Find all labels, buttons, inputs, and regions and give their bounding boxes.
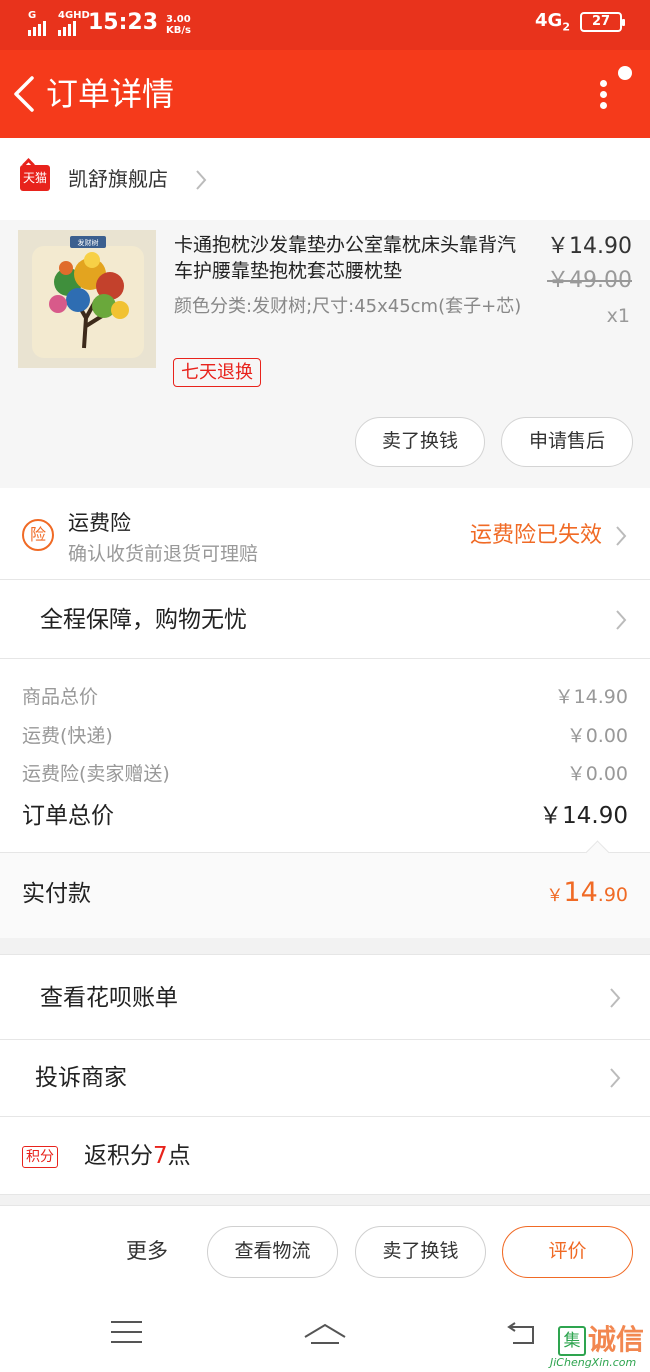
back-icon[interactable]	[8, 72, 44, 116]
actual-payment-label: 实付款	[22, 881, 91, 907]
product-thumbnail[interactable]: 发财树	[18, 230, 156, 368]
review-button[interactable]: 评价	[502, 1226, 633, 1278]
goods-total-label: 商品总价	[22, 686, 99, 708]
order-total-value: ￥14.90	[539, 803, 628, 829]
guarantee-label: 全程保障，购物无忧	[40, 607, 247, 633]
signal-4g-icon: 4GHD	[58, 10, 90, 36]
product-item[interactable]: 发财树 卡通抱枕沙发靠垫办公室靠枕床头靠背汽车护腰靠垫抱枕套芯腰枕垫 颜色分类:…	[0, 220, 650, 488]
network-type-label: 4G	[535, 10, 563, 31]
network-speed-unit: KB/s	[166, 25, 192, 36]
payment-currency: ￥	[546, 886, 564, 906]
bottom-action-bar: 更多 查看物流 卖了换钱 评价	[0, 1205, 650, 1297]
points-row: 积分 返积分7点	[0, 1117, 650, 1195]
order-total-label: 订单总价	[22, 803, 114, 829]
menu-icon[interactable]	[111, 1321, 142, 1351]
insurance-status: 运费险已失效	[469, 523, 602, 548]
signal-type-label: G	[28, 10, 37, 21]
view-logistics-button[interactable]: 查看物流	[207, 1226, 338, 1278]
network-speed-value: 3.00	[166, 14, 191, 25]
network-speed: 3.00 KB/s	[166, 14, 191, 36]
points-count: 7	[153, 1143, 168, 1169]
chevron-right-icon	[610, 988, 621, 1008]
payment-decimal: .90	[597, 884, 628, 906]
chevron-right-icon	[196, 170, 207, 190]
shipping-fee-label: 运费(快递)	[22, 725, 113, 747]
network-sub-label: 2	[562, 20, 570, 34]
more-menu-icon[interactable]	[596, 66, 632, 116]
shipping-fee-value: ￥0.00	[566, 725, 628, 747]
huabei-bill-row[interactable]: 查看花呗账单	[0, 954, 650, 1040]
insurance-fee-value: ￥0.00	[566, 763, 628, 785]
insurance-fee-label: 运费险(卖家赠送)	[22, 763, 170, 785]
after-sale-button[interactable]: 申请售后	[501, 417, 633, 467]
status-bar-right: 4G2 27	[535, 10, 625, 34]
product-price: ￥14.90	[547, 234, 632, 259]
goods-total-value: ￥14.90	[554, 686, 628, 708]
points-text: 返积分7点	[84, 1139, 191, 1173]
product-sku: 颜色分类:发财树;尺寸:45x45cm(套子+芯)	[174, 296, 522, 317]
complaint-label: 投诉商家	[35, 1065, 127, 1091]
watermark-chars: 诚信	[588, 1323, 645, 1356]
battery-icon: 27	[580, 11, 625, 32]
home-icon[interactable]	[303, 1319, 347, 1349]
points-badge: 积分	[22, 1146, 58, 1168]
guarantee-row[interactable]: 全程保障，购物无忧	[0, 580, 650, 659]
points-suffix: 点	[167, 1143, 191, 1169]
huabei-bill-label: 查看花呗账单	[40, 985, 178, 1011]
sell-for-cash-bottom-button[interactable]: 卖了换钱	[355, 1226, 486, 1278]
sell-for-cash-button[interactable]: 卖了换钱	[355, 417, 485, 467]
status-bar: G 4GHD 15:23 3.00 KB/s 4G2 27	[0, 0, 650, 50]
title-bar: 订单详情	[0, 50, 650, 138]
shipping-insurance-row[interactable]: 险 运费险 确认收货前退货可理赔 运费险已失效	[0, 488, 650, 580]
insurance-title: 运费险	[68, 511, 131, 535]
store-row[interactable]: 天猫 凯舒旗舰店	[0, 138, 650, 220]
watermark-logo: 集 诚信 JiChengXin.com	[530, 1318, 644, 1370]
page-title: 订单详情	[46, 75, 175, 113]
image-tag-label: 发财树	[78, 238, 99, 247]
insurance-subtitle: 确认收货前退货可理赔	[68, 543, 259, 565]
points-prefix: 返积分	[84, 1143, 153, 1169]
payment-integer: 14	[563, 877, 598, 908]
clock: 15:23	[88, 10, 159, 35]
seven-day-return-badge: 七天退换	[173, 358, 261, 387]
signal-4g-label: 4GHD	[58, 10, 90, 21]
more-actions-button[interactable]: 更多	[126, 1236, 168, 1266]
actual-payment-row: 实付款 ￥14.90	[0, 852, 650, 938]
insurance-icon: 险	[22, 519, 54, 551]
chevron-right-icon	[616, 526, 627, 546]
insurance-fee-row: 运费险(卖家赠送) ￥0.00	[22, 759, 628, 789]
goods-total-row: 商品总价 ￥14.90	[22, 682, 628, 712]
order-total-row: 订单总价 ￥14.90	[22, 800, 628, 832]
price-summary: 商品总价 ￥14.90 运费(快递) ￥0.00 运费险(卖家赠送) ￥0.00…	[0, 659, 650, 852]
complaint-row[interactable]: 投诉商家	[0, 1040, 650, 1117]
signal-icon: G	[28, 10, 46, 36]
notification-dot-icon	[618, 66, 632, 80]
tmall-logo-icon: 天猫	[20, 165, 50, 191]
product-quantity: x1	[606, 305, 630, 327]
pillow-image-icon: 发财树	[18, 230, 156, 368]
chevron-right-icon	[610, 1068, 621, 1088]
watermark-char-box: 集	[558, 1326, 586, 1356]
status-bar-left: G 4GHD 15:23 3.00 KB/s	[28, 10, 191, 36]
shipping-fee-row: 运费(快递) ￥0.00	[22, 721, 628, 751]
actual-payment-value: ￥14.90	[546, 875, 628, 914]
store-name[interactable]: 凯舒旗舰店	[68, 164, 168, 194]
product-title[interactable]: 卡通抱枕沙发靠垫办公室靠枕床头靠背汽车护腰靠垫抱枕套芯腰枕垫	[174, 232, 530, 284]
network-type: 4G2	[535, 10, 570, 34]
watermark-site: JiChengXin.com	[550, 1356, 637, 1369]
chevron-right-icon	[616, 610, 627, 630]
product-original-price: ￥49.00	[547, 268, 632, 293]
